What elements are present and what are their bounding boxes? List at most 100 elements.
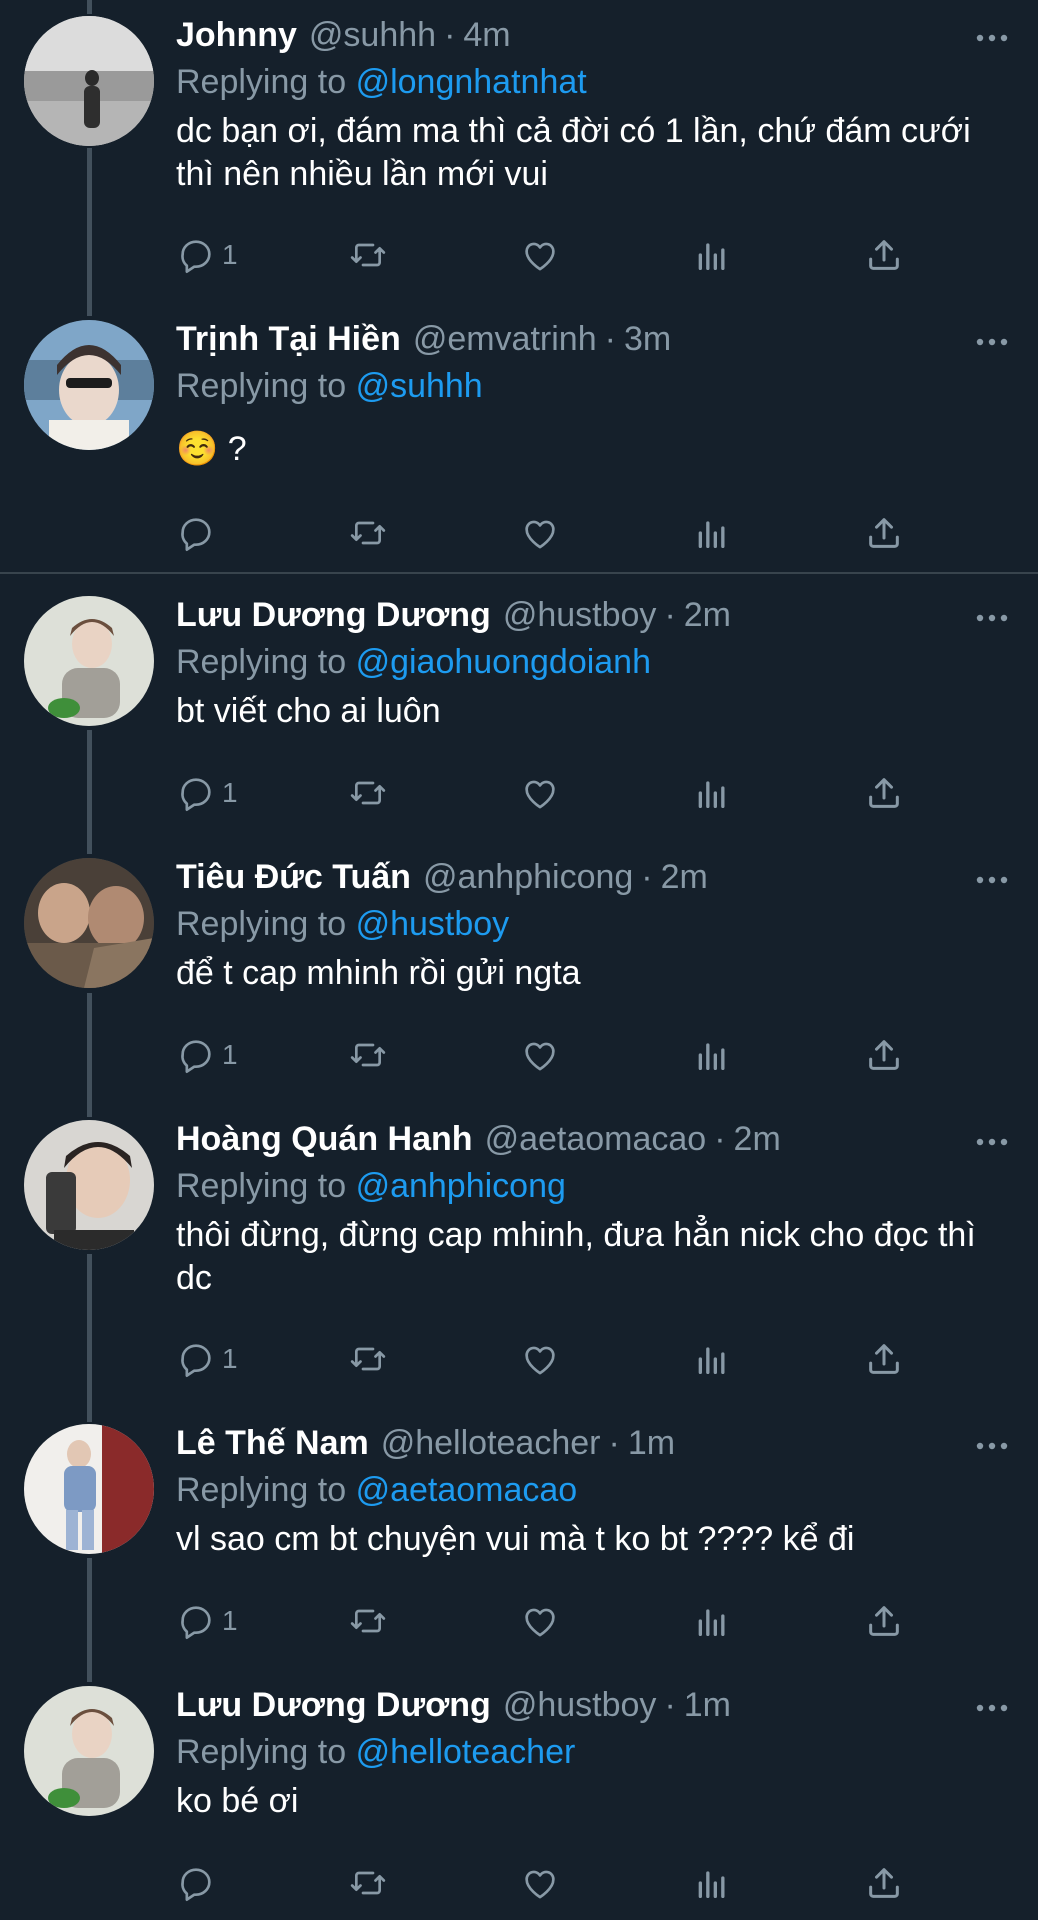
retweet-button[interactable] xyxy=(348,508,388,558)
mention-link[interactable]: @aetaomacao xyxy=(356,1471,578,1509)
timestamp[interactable]: 1m xyxy=(684,1686,731,1725)
more-icon[interactable] xyxy=(970,598,1014,638)
more-icon[interactable] xyxy=(970,1122,1014,1162)
reply-icon xyxy=(176,235,216,275)
avatar[interactable] xyxy=(24,320,154,450)
mention-link[interactable]: @longnhatnhat xyxy=(356,63,587,101)
views-button[interactable] xyxy=(692,1858,732,1908)
more-icon[interactable] xyxy=(970,18,1014,58)
avatar[interactable] xyxy=(24,1120,154,1250)
share-button[interactable] xyxy=(864,1596,904,1646)
replying-to: Replying to @aetaomacao xyxy=(176,1468,1014,1512)
retweet-button[interactable] xyxy=(348,1596,388,1646)
retweet-button[interactable] xyxy=(348,1030,388,1080)
replying-to: Replying to @longnhatnhat xyxy=(176,60,1014,104)
retweet-icon xyxy=(348,235,388,275)
reply-count: 1 xyxy=(222,1343,238,1374)
reply-button[interactable]: 1 xyxy=(176,1596,238,1646)
author-name[interactable]: Hoàng Quán Hanh xyxy=(176,1120,473,1159)
like-button[interactable] xyxy=(520,230,560,280)
reply-button[interactable] xyxy=(176,1858,222,1908)
views-icon xyxy=(692,773,732,813)
avatar[interactable] xyxy=(24,596,154,726)
reply-button[interactable]: 1 xyxy=(176,1334,238,1384)
share-button[interactable] xyxy=(864,508,904,558)
timestamp[interactable]: 2m xyxy=(661,858,708,897)
author-handle[interactable]: @anhphicong xyxy=(423,858,633,897)
author-handle[interactable]: @helloteacher xyxy=(381,1424,601,1463)
replying-to: Replying to @hustboy xyxy=(176,902,1014,946)
reply-count: 1 xyxy=(222,777,238,808)
reply-icon xyxy=(176,1863,216,1903)
heart-icon xyxy=(520,513,560,553)
retweet-icon xyxy=(348,773,388,813)
timestamp[interactable]: 2m xyxy=(684,596,731,635)
mention-link[interactable]: @helloteacher xyxy=(356,1733,576,1771)
avatar[interactable] xyxy=(24,1686,154,1816)
mention-link[interactable]: @hustboy xyxy=(356,905,510,943)
more-icon[interactable] xyxy=(970,1688,1014,1728)
more-icon[interactable] xyxy=(970,860,1014,900)
avatar[interactable] xyxy=(24,16,154,146)
reply-button[interactable] xyxy=(176,508,222,558)
author-name[interactable]: Lưu Dương Dương xyxy=(176,596,491,635)
views-button[interactable] xyxy=(692,230,732,280)
author-name[interactable]: Tiêu Đức Tuấn xyxy=(176,858,411,897)
views-button[interactable] xyxy=(692,508,732,558)
share-button[interactable] xyxy=(864,1334,904,1384)
heart-icon xyxy=(520,1035,560,1075)
like-button[interactable] xyxy=(520,1334,560,1384)
author-handle[interactable]: @aetaomacao xyxy=(485,1120,707,1159)
reply-button[interactable]: 1 xyxy=(176,768,238,818)
reply-button[interactable]: 1 xyxy=(176,230,238,280)
share-button[interactable] xyxy=(864,230,904,280)
author-name[interactable]: Lưu Dương Dương xyxy=(176,1686,491,1725)
mention-link[interactable]: @suhhh xyxy=(356,367,483,405)
author-handle[interactable]: @hustboy xyxy=(503,596,657,635)
share-button[interactable] xyxy=(864,768,904,818)
share-button[interactable] xyxy=(864,1030,904,1080)
views-icon xyxy=(692,1863,732,1903)
timestamp[interactable]: 2m xyxy=(734,1120,781,1159)
like-button[interactable] xyxy=(520,1030,560,1080)
author-name[interactable]: Trịnh Tại Hiền xyxy=(176,320,401,359)
avatar[interactable] xyxy=(24,858,154,988)
like-button[interactable] xyxy=(520,768,560,818)
like-button[interactable] xyxy=(520,1596,560,1646)
share-icon xyxy=(864,1863,904,1903)
timestamp[interactable]: 3m xyxy=(624,320,671,359)
retweet-button[interactable] xyxy=(348,1334,388,1384)
mention-link[interactable]: @giaohuongdoianh xyxy=(356,643,651,681)
timestamp[interactable]: 1m xyxy=(628,1424,675,1463)
thread-line xyxy=(87,1254,92,1422)
views-button[interactable] xyxy=(692,1596,732,1646)
author-handle[interactable]: @emvatrinh xyxy=(413,320,597,359)
heart-icon xyxy=(520,235,560,275)
reply-icon xyxy=(176,1339,216,1379)
share-button[interactable] xyxy=(864,1858,904,1908)
like-button[interactable] xyxy=(520,508,560,558)
more-icon[interactable] xyxy=(970,1426,1014,1466)
retweet-icon xyxy=(348,513,388,553)
author-name[interactable]: Lê Thế Nam xyxy=(176,1424,369,1463)
views-button[interactable] xyxy=(692,1334,732,1384)
avatar[interactable] xyxy=(24,1424,154,1554)
mention-link[interactable]: @anhphicong xyxy=(356,1167,566,1205)
reply-button[interactable]: 1 xyxy=(176,1030,238,1080)
replying-label: Replying to xyxy=(176,643,347,681)
author-name[interactable]: Johnny xyxy=(176,16,297,55)
retweet-button[interactable] xyxy=(348,768,388,818)
author-handle[interactable]: @suhhh xyxy=(309,16,436,55)
views-button[interactable] xyxy=(692,768,732,818)
like-button[interactable] xyxy=(520,1858,560,1908)
author-handle[interactable]: @hustboy xyxy=(503,1686,657,1725)
retweet-button[interactable] xyxy=(348,1858,388,1908)
timestamp[interactable]: 4m xyxy=(463,16,510,55)
separator-dot: · xyxy=(664,596,676,634)
replying-label: Replying to xyxy=(176,1733,347,1771)
retweet-button[interactable] xyxy=(348,230,388,280)
more-icon[interactable] xyxy=(970,322,1014,362)
separator-dot: · xyxy=(641,858,653,896)
views-button[interactable] xyxy=(692,1030,732,1080)
thread-line xyxy=(87,993,92,1117)
